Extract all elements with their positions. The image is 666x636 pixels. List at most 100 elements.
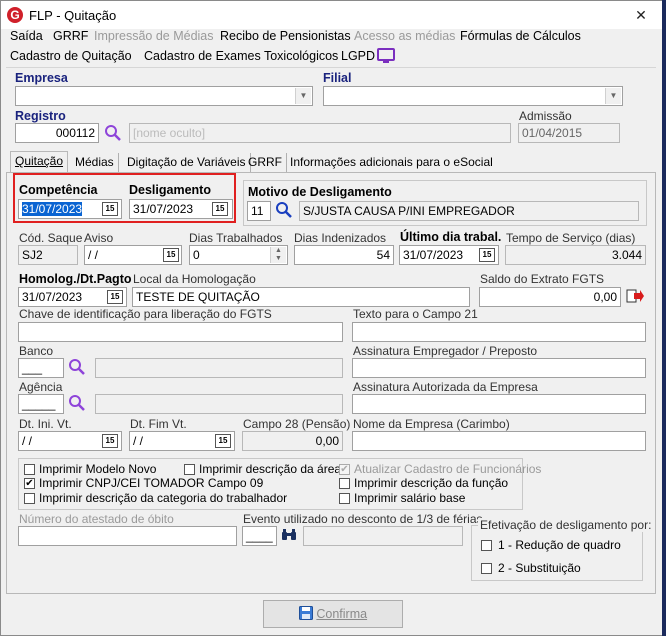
motivo-code-input[interactable]: 11: [247, 201, 271, 221]
window-title: FLP - Quitação: [29, 8, 117, 23]
app-logo-icon: G: [7, 7, 23, 23]
dt-ini-vt-label: Dt. Ini. Vt.: [19, 417, 72, 431]
local-homolog-label: Local da Homologação: [133, 272, 256, 286]
checkbox-label: Imprimir salário base: [354, 491, 466, 505]
background-edge: [662, 0, 666, 636]
calendar-icon[interactable]: 15: [163, 248, 179, 262]
calendar-icon[interactable]: 15: [107, 290, 123, 304]
assin-autorizada-input[interactable]: [352, 394, 646, 414]
ultimo-dia-label: Último dia trabal.: [400, 230, 502, 244]
dias-trab-input[interactable]: 0 ▲ ▼: [189, 245, 288, 265]
export-arrow-icon[interactable]: [626, 288, 644, 304]
nome-empresa-input[interactable]: [352, 431, 646, 451]
search-icon[interactable]: [68, 358, 86, 376]
checkbox-descricao-funcao[interactable]: [339, 478, 350, 489]
competencia-label: Competência: [19, 183, 98, 197]
tab-grrf[interactable]: GRRF: [244, 153, 287, 172]
save-icon: [298, 606, 313, 620]
evento-input[interactable]: ____: [242, 526, 277, 546]
checkbox-descricao-categoria[interactable]: [24, 493, 35, 504]
calendar-icon[interactable]: 15: [215, 434, 231, 448]
menu-saida[interactable]: Saída: [10, 29, 43, 43]
checkbox-label: Imprimir descrição da categoria do traba…: [39, 491, 288, 505]
menu-lgpd[interactable]: LGPD: [341, 49, 375, 63]
registro-label: Registro: [15, 109, 66, 123]
empresa-label: Empresa: [15, 71, 68, 85]
cod-saque-field: SJ2: [18, 245, 78, 265]
menu-impressao-medias: Impressão de Médias: [94, 29, 214, 43]
filial-label: Filial: [323, 71, 352, 85]
evento-desc-field: [303, 526, 463, 546]
campo28-label: Campo 28 (Pensão): [243, 417, 351, 431]
checkbox-label: Imprimir Modelo Novo: [39, 462, 157, 476]
campo28-field: 0,00: [242, 431, 343, 451]
texto-campo21-input[interactable]: [352, 322, 646, 342]
nome-empresa-label: Nome da Empresa (Carimbo): [353, 417, 510, 431]
menu-cadastro-quitacao[interactable]: Cadastro de Quitação: [10, 49, 132, 63]
tab-quitacao[interactable]: Quitação: [10, 151, 69, 174]
menu-acesso-medias: Acesso as médias: [354, 29, 456, 43]
assin-autorizada-label: Assinatura Autorizada da Empresa: [353, 380, 538, 394]
registro-input[interactable]: 000112: [15, 123, 99, 143]
tempo-servico-field: 3.044: [505, 245, 646, 265]
dt-fim-vt-label: Dt. Fim Vt.: [130, 417, 187, 431]
menu-grrf[interactable]: GRRF: [53, 29, 88, 43]
binoculars-icon[interactable]: [281, 528, 297, 542]
dias-trab-label: Dias Trabalhados: [189, 231, 283, 245]
calendar-icon[interactable]: 15: [102, 202, 118, 216]
checkbox-cnpj-tomador[interactable]: ✔: [24, 478, 35, 489]
search-icon[interactable]: [275, 201, 293, 219]
calendar-icon[interactable]: 15: [212, 202, 228, 216]
desligamento-label: Desligamento: [129, 183, 211, 197]
checkbox-label: Imprimir descrição da área: [199, 462, 342, 476]
assin-empregador-input[interactable]: [352, 358, 646, 378]
dias-indeniz-label: Dias Indenizados: [294, 231, 387, 245]
local-homolog-input[interactable]: TESTE DE QUITAÇÃO: [132, 287, 470, 307]
agencia-input[interactable]: _____: [18, 394, 64, 414]
filial-select[interactable]: ▼: [323, 86, 623, 106]
checkbox-substituicao[interactable]: [481, 563, 492, 574]
aviso-label: Aviso: [84, 231, 114, 245]
menu-cadastro-exames[interactable]: Cadastro de Exames Toxicológicos: [144, 49, 338, 63]
motivo-label: Motivo de Desligamento: [248, 185, 392, 199]
menu-recibo-pensionistas[interactable]: Recibo de Pensionistas: [220, 29, 351, 43]
calendar-icon[interactable]: 15: [479, 248, 495, 262]
quitacao-window: G FLP - Quitação ✕ Saída GRRF Impressão …: [0, 0, 666, 636]
chevron-down-icon: ▼: [605, 88, 621, 104]
tab-digitacao-variaveis[interactable]: Digitação de Variáveis: [123, 153, 251, 172]
homolog-label: Homolog./Dt.Pagto: [19, 272, 132, 286]
checkbox-salario-base[interactable]: [339, 493, 350, 504]
monitor-icon[interactable]: [377, 48, 395, 64]
close-icon[interactable]: ✕: [631, 5, 651, 25]
menu-divider: [6, 67, 656, 68]
agencia-label: Agência: [19, 380, 63, 394]
motivo-desc-field: S/JUSTA CAUSA P/INI EMPREGADOR: [299, 201, 639, 221]
saldo-fgts-label: Saldo do Extrato FGTS: [480, 272, 605, 286]
texto-campo21-label: Texto para o Campo 21: [353, 307, 478, 321]
chevron-down-icon: ▼: [295, 88, 311, 104]
spin-icon[interactable]: ▲ ▼: [270, 247, 286, 263]
chave-fgts-input[interactable]: [18, 322, 343, 342]
tab-medias[interactable]: Médias: [71, 153, 119, 172]
checkbox-atualizar-cadastro: ✔: [339, 464, 350, 475]
dias-indeniz-input[interactable]: 54: [294, 245, 394, 265]
search-icon[interactable]: [104, 124, 122, 142]
confirma-button[interactable]: Confirma: [263, 600, 403, 628]
checkbox-label: Imprimir descrição da função: [354, 476, 509, 490]
tempo-servico-label: Tempo de Serviço (dias): [506, 231, 636, 245]
menu-formulas-calculos[interactable]: Fórmulas de Cálculos: [460, 29, 581, 43]
saldo-fgts-input[interactable]: 0,00: [479, 287, 621, 307]
banco-input[interactable]: ___: [18, 358, 64, 378]
banco-nome-field: [95, 358, 343, 378]
checkbox-descricao-area[interactable]: [184, 464, 195, 475]
empresa-select[interactable]: ▼: [15, 86, 313, 106]
registro-nome-field: [nome oculto]: [129, 123, 511, 143]
checkbox-reducao-quadro[interactable]: [481, 540, 492, 551]
admissao-field: 01/04/2015: [518, 123, 620, 143]
atestado-obito-input[interactable]: [18, 526, 237, 546]
chave-fgts-label: Chave de identificação para liberação do…: [19, 307, 272, 321]
checkbox-modelo-novo[interactable]: [24, 464, 35, 475]
search-icon[interactable]: [68, 394, 86, 412]
tab-info-esocial[interactable]: Informações adicionais para o eSocial: [286, 153, 497, 172]
calendar-icon[interactable]: 15: [102, 434, 118, 448]
